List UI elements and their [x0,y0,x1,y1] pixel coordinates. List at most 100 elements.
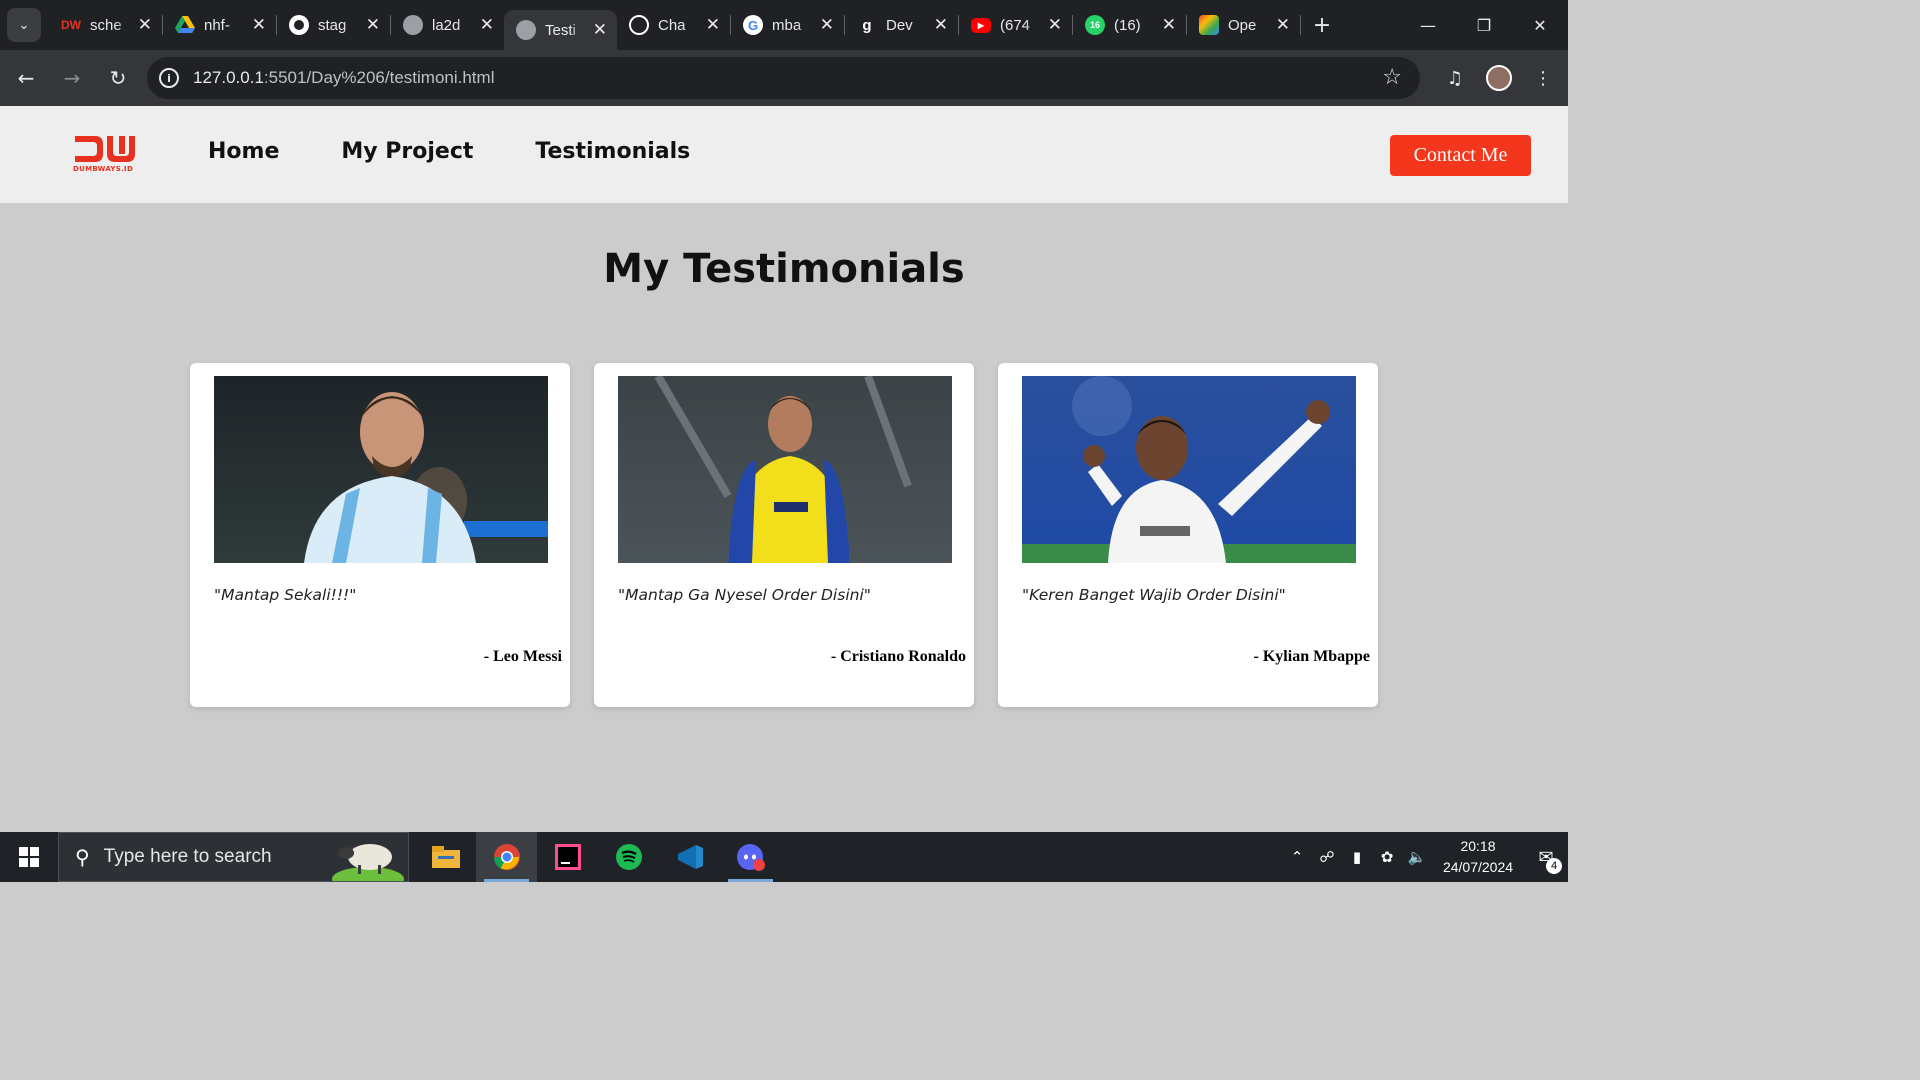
restore-icon[interactable]: ❐ [1456,0,1512,50]
clock-date: 24/07/2024 [1442,859,1514,875]
site-navbar: DUMBWAYS.ID Home My Project Testimonials… [0,106,1568,203]
back-arrow-icon[interactable]: ← [6,58,46,98]
battery-icon[interactable]: ▮ [1342,848,1372,866]
volume-icon[interactable]: 🔈 [1402,848,1432,866]
reload-icon[interactable]: ↻ [98,58,138,98]
testimonial-author: - Kylian Mbappe [1253,648,1370,665]
tab[interactable]: DW sche ✕ [49,8,162,42]
google-icon: G [743,15,763,35]
close-window-icon[interactable]: ✕ [1512,0,1568,50]
minimize-icon[interactable]: — [1400,0,1456,50]
notification-center-icon[interactable]: ✉ 4 [1524,832,1568,882]
tab-title: sche [90,16,122,34]
close-icon[interactable]: ✕ [1276,15,1290,35]
windows-logo-icon [19,847,39,867]
search-icon: ⚲ [75,845,90,869]
tab[interactable]: ▶ (674 ✕ [959,8,1072,42]
intellij-icon[interactable] [537,832,598,882]
tab[interactable]: nhf- ✕ [163,8,276,42]
media-control-icon[interactable]: ♫ [1440,58,1470,98]
tab[interactable]: stag ✕ [277,8,390,42]
tab-title: Dev [886,16,913,34]
chevron-up-icon[interactable]: ⌃ [1282,848,1312,866]
whatsapp-icon: 16 [1085,15,1105,35]
globe-icon [403,15,423,35]
app-icon [1199,15,1219,35]
taskbar-search-input[interactable]: ⚲ Type here to search [58,832,409,882]
tab-title: Testi [545,21,576,39]
tab[interactable]: G mba ✕ [731,8,844,42]
chevron-down-icon: ⌄ [18,17,30,33]
close-icon[interactable]: ✕ [820,15,834,35]
close-icon[interactable]: ✕ [1162,15,1176,35]
device-icon[interactable]: ☍ [1312,848,1342,866]
file-explorer-icon[interactable] [415,832,476,882]
browser-tab-bar: ⌄ DW sche ✕ nhf- ✕ stag ✕ la2d ✕ Testi ✕… [0,0,1568,50]
url-text[interactable]: 127.0.0.1:5501/Day%206/testimoni.html [193,68,494,88]
tab[interactable]: 16 (16) ✕ [1073,8,1186,42]
close-icon[interactable]: ✕ [1048,15,1062,35]
tab[interactable]: la2d ✕ [391,8,504,42]
testimonial-author: - Cristiano Ronaldo [830,648,966,665]
menu-kebab-icon[interactable]: ⋮ [1528,58,1558,98]
wifi-icon[interactable]: ✿ [1372,848,1402,866]
dumbways-icon: DW [61,18,81,32]
close-icon[interactable]: ✕ [366,15,380,35]
bookmark-star-icon[interactable]: ☆ [1382,65,1402,90]
tab[interactable]: g Dev ✕ [845,8,958,42]
nav-link-my-project[interactable]: My Project [341,139,473,164]
nav-link-home[interactable]: Home [208,139,279,164]
notification-badge: 4 [1546,858,1562,874]
windows-taskbar: ⚲ Type here to search ⌃ ☍ ▮ ✿ 🔈 20:18 24… [0,832,1568,882]
youtube-icon: ▶ [971,17,991,33]
close-icon[interactable]: ✕ [252,15,266,35]
new-tab-button[interactable]: + [1307,10,1337,40]
close-icon[interactable]: ✕ [706,15,720,35]
testimonial-quote: "Mantap Ga Nyesel Order Disini" [618,586,871,604]
kylian-mbappe-photo [1022,376,1356,563]
tab[interactable]: Cha ✕ [617,8,730,42]
testimonial-list: "Mantap Sekali!!!" - Leo Messi "Mantap G… [190,363,1378,707]
sheep-illustration-icon [332,844,404,881]
windows-start-button[interactable] [0,832,58,882]
testimonial-card: "Mantap Sekali!!!" - Leo Messi [190,363,570,707]
spotify-icon[interactable] [598,832,659,882]
testimonial-card: "Keren Banget Wajib Order Disini" - Kyli… [998,363,1378,707]
vscode-icon[interactable] [659,832,720,882]
tab-strip: DW sche ✕ nhf- ✕ stag ✕ la2d ✕ Testi ✕ C… [49,0,1337,50]
google-drive-icon [175,15,195,35]
browser-toolbar: ← → ↻ i 127.0.0.1:5501/Day%206/testimoni… [0,50,1568,106]
testimonial-quote: "Keren Banget Wajib Order Disini" [1022,586,1286,604]
close-icon[interactable]: ✕ [480,15,494,35]
tab-active[interactable]: Testi ✕ [504,10,617,50]
page-title: My Testimonials [603,246,965,292]
tab-title: mba [772,16,802,34]
testimonial-card: "Mantap Ga Nyesel Order Disini" - Cristi… [594,363,974,707]
close-icon[interactable]: ✕ [593,20,607,40]
leo-messi-photo [214,376,548,563]
tab[interactable]: Ope ✕ [1187,8,1300,42]
profile-icon[interactable] [1484,58,1514,98]
cristiano-ronaldo-photo [618,376,952,563]
window-controls: — ❐ ✕ [1400,0,1568,50]
tab-search-button[interactable]: ⌄ [7,8,41,42]
taskbar-clock[interactable]: 20:18 24/07/2024 [1432,836,1524,878]
system-tray: ⌃ ☍ ▮ ✿ 🔈 20:18 24/07/2024 ✉ 4 [1282,832,1568,882]
address-bar[interactable]: i 127.0.0.1:5501/Day%206/testimoni.html … [147,57,1420,99]
tab-title: (16) [1114,16,1141,34]
site-info-icon[interactable]: i [159,68,179,88]
nav-link-testimonials[interactable]: Testimonials [535,139,690,164]
tab-title: nhf- [204,16,230,34]
close-icon[interactable]: ✕ [138,15,152,35]
chatgpt-icon [629,15,649,35]
close-icon[interactable]: ✕ [934,15,948,35]
url-path: :5501/Day%206/testimoni.html [263,68,495,87]
contact-me-button[interactable]: Contact Me [1390,135,1531,176]
chrome-icon[interactable] [476,832,537,882]
tab-title: la2d [432,16,461,34]
discord-icon[interactable] [720,832,781,882]
url-host: 127.0.0.1 [193,68,264,87]
toolbar-right: ♫ ⋮ [1440,58,1558,98]
forward-arrow-icon[interactable]: → [52,58,92,98]
tab-title: Cha [658,16,686,34]
